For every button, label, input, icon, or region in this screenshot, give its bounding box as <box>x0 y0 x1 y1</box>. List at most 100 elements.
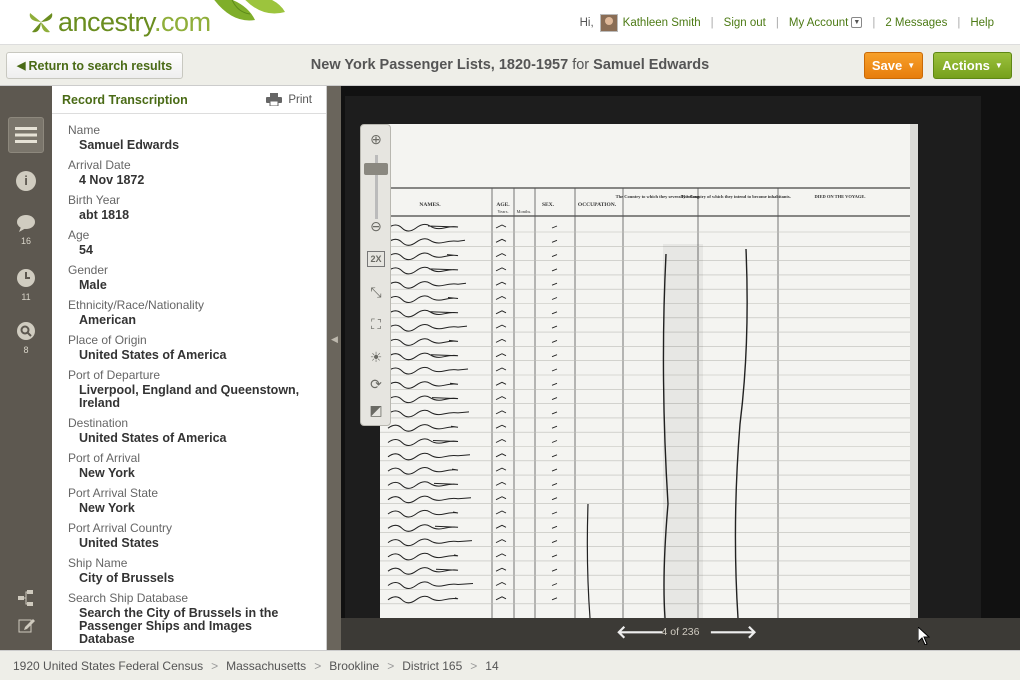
two-x-zoom-icon[interactable]: 2X <box>367 251 385 267</box>
search-button[interactable]: 8 <box>0 321 52 355</box>
breadcrumb-item[interactable]: Brookline <box>329 659 379 673</box>
field-label: Port Arrival State <box>68 486 159 500</box>
save-button[interactable]: Save ▼ <box>864 52 923 79</box>
edit-icon[interactable] <box>18 617 36 633</box>
actions-label: Actions <box>942 58 990 73</box>
record-title-bar: ◀ Return to search results New York Pass… <box>0 44 1020 86</box>
breadcrumb-separator: > <box>387 659 395 673</box>
next-image-arrow-icon[interactable]: 🡒 <box>709 622 757 643</box>
info-icon: i <box>16 171 36 191</box>
column-header: The Country of which they intend to beco… <box>681 194 791 199</box>
caret-down-icon: ▼ <box>907 61 916 70</box>
field-label: Port Arrival Country <box>68 521 173 535</box>
collection-title: New York Passenger Lists, 1820-1957 <box>310 57 569 73</box>
breadcrumb-item[interactable]: District 165 <box>402 659 462 673</box>
greeting: Hi, <box>579 17 594 29</box>
comments-count: 16 <box>20 236 31 246</box>
field-label: Birth Year <box>68 193 121 207</box>
actions-button[interactable]: Actions ▼ <box>933 52 1012 79</box>
caret-down-icon: ▼ <box>994 61 1003 70</box>
breadcrumb: 1920 United States Federal Census > Massac… <box>0 650 1020 680</box>
user-bar: Hi, Kathleen Smith | Sign out | My Accou… <box>580 14 994 32</box>
field-label: Port of Arrival <box>68 451 141 465</box>
field-label: Ethnicity/Race/Nationality <box>68 298 205 312</box>
comments-button[interactable]: 16 <box>0 214 52 246</box>
field-value: American <box>79 313 136 327</box>
field-value: United States of America <box>79 431 227 445</box>
column-header: NAMES. <box>419 202 441 208</box>
fullscreen-icon[interactable]: ⛶ <box>367 315 385 333</box>
brightness-icon[interactable]: ☀ <box>367 348 385 366</box>
field-label: Age <box>68 228 90 242</box>
transcription-field: Port Arrival State New York <box>68 486 326 515</box>
field-label: Arrival Date <box>68 158 131 172</box>
search-count: 8 <box>23 345 29 355</box>
collapse-arrow-icon: ◀ <box>331 334 338 344</box>
field-value: 54 <box>79 243 93 257</box>
transcription-field: Port of Arrival New York <box>68 451 326 480</box>
help-link[interactable]: Help <box>970 17 994 29</box>
rotate-icon[interactable]: ⟳ <box>367 375 385 393</box>
resize-icon[interactable]: ⤡ <box>367 283 385 301</box>
transcription-fields: Name Samuel Edwards Arrival Date 4 Nov 1872… <box>52 114 326 646</box>
ancestry-logo[interactable]: ancestry.com <box>26 4 211 40</box>
transcription-field: Arrival Date 4 Nov 1872 <box>68 158 326 187</box>
divider: | <box>710 17 714 29</box>
user-name-link[interactable]: Kathleen Smith <box>623 17 701 29</box>
print-button[interactable]: Print <box>266 93 312 106</box>
panel-header: Record Transcription Print <box>52 86 326 114</box>
field-label: Place of Origin <box>68 333 147 347</box>
search-icon <box>17 322 35 340</box>
chevron-down-icon: ▼ <box>851 17 863 29</box>
tree-view-icon[interactable] <box>18 590 36 606</box>
mouse-cursor-icon <box>918 627 930 645</box>
passenger-list-image[interactable]: NAMES. AGE. SEX. OCCUPATION. The Country to … <box>380 124 918 618</box>
field-value: New York <box>79 466 135 480</box>
comment-bubble-icon <box>17 215 35 232</box>
transcription-field: Port of Departure Liverpool, England and … <box>68 368 326 410</box>
avatar[interactable] <box>599 14 618 32</box>
logo-text: ancestry.com <box>58 6 211 37</box>
breadcrumb-separator: > <box>314 659 322 673</box>
field-value: 4 Nov 1872 <box>79 173 145 187</box>
contrast-icon[interactable]: ◩ <box>367 401 385 419</box>
field-value: Liverpool, England and Queenstown, Irela… <box>79 383 300 410</box>
history-button[interactable]: 11 <box>0 268 52 302</box>
field-value: United States of America <box>79 348 227 362</box>
age-subheader: Years. <box>497 209 508 214</box>
transcription-field: Place of Origin United States of America <box>68 333 326 362</box>
breadcrumb-item[interactable]: 1920 United States Federal Census <box>13 659 203 673</box>
transcription-field: Ethnicity/Race/Nationality American <box>68 298 326 327</box>
field-label: Name <box>68 123 101 137</box>
divider: | <box>775 17 779 29</box>
transcription-field: Destination United States of America <box>68 416 326 445</box>
zoom-in-icon[interactable]: ⊕ <box>367 130 385 148</box>
printer-icon <box>266 93 283 106</box>
field-value: abt 1818 <box>79 208 130 222</box>
field-value[interactable]: Search the City of Brussels in the Passe… <box>68 607 308 646</box>
transcription-field: Name Samuel Edwards <box>68 123 326 152</box>
info-button[interactable]: i <box>0 171 52 191</box>
history-count: 11 <box>21 292 31 302</box>
record-transcription-panel: Record Transcription Print Name Samuel Ed… <box>52 86 327 650</box>
field-label: Ship Name <box>68 556 128 570</box>
zoom-out-icon[interactable]: ⊖ <box>367 217 385 235</box>
sign-out-link[interactable]: Sign out <box>724 17 766 29</box>
person-name: Samuel Edwards <box>593 57 710 73</box>
zoom-slider-knob[interactable] <box>364 163 388 175</box>
my-account-link[interactable]: My Account ▼ <box>789 17 863 29</box>
breadcrumb-item[interactable]: 14 <box>485 659 498 673</box>
divider: | <box>957 17 961 29</box>
top-header: ancestry.com Hi, Kathleen Smith | Sign o… <box>0 0 1020 44</box>
image-viewer[interactable]: NAMES. AGE. SEX. OCCUPATION. The Country to … <box>341 86 1020 618</box>
ledger-page-drawing: NAMES. AGE. SEX. OCCUPATION.The Country to … <box>380 124 918 618</box>
messages-link[interactable]: 2 Messages <box>885 17 947 29</box>
divider: | <box>872 17 876 29</box>
transcription-field: Birth Year abt 1818 <box>68 193 326 222</box>
panel-resize-handle[interactable]: ◀ <box>327 86 341 650</box>
breadcrumb-item[interactable]: Massachusetts <box>226 659 306 673</box>
field-label: Port of Departure <box>68 368 161 382</box>
save-label: Save <box>871 58 903 73</box>
for-word: for <box>572 57 590 73</box>
column-header: OCCUPATION. <box>578 202 617 208</box>
